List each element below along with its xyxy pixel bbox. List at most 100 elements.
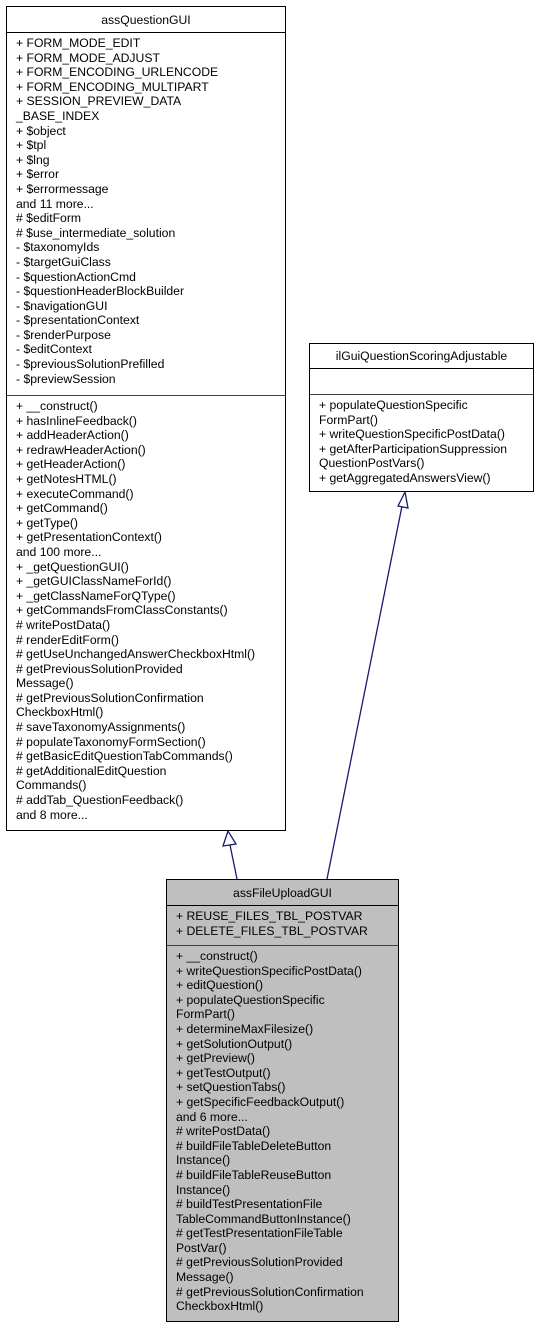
method-entry: + getCommandsFromClassConstants() [16,603,228,618]
attribute-entry: + $lng [16,152,50,167]
attribute-entry: - $previewSession [16,371,116,386]
method-entry: + __construct() [176,949,258,963]
method-entry: # getTestPresentationFileTable [176,1226,343,1241]
attribute-entry: - $editContext [16,342,92,357]
class-box-ilGuiQuestionScoringAdjustable[interactable]: ilGuiQuestionScoringAdjustable + populat… [309,343,534,492]
method-entry: and 100 more... [16,544,102,559]
method-entry: + getAggregatedAnswersView() [319,470,491,485]
method-entry: + getType() [16,515,78,530]
method-entry: + populateQuestionSpecific [319,398,468,412]
edge-derived-to-base [229,844,238,880]
inheritance-arrowhead-interface [397,489,409,509]
method-entry: Message() [176,1270,234,1285]
method-entry: + _getGUIClassNameForId() [16,574,172,589]
attribute-entry: + FORM_MODE_ADJUST [16,50,160,65]
method-entry: + executeCommand() [16,486,134,501]
method-entry: Instance() [176,1153,231,1168]
attribute-entry: - $navigationGUI [16,298,108,313]
method-entry: + __construct() [16,399,98,413]
attribute-entry: + SESSION_PREVIEW_DATA [16,94,182,109]
method-entry: CheckboxHtml() [176,1299,264,1314]
attribute-entry: + $errormessage [16,181,109,196]
method-entry: + getSolutionOutput() [176,1036,293,1051]
attribute-entry: - $previousSolutionPrefilled [16,357,165,372]
attribute-entry: # $use_intermediate_solution [16,225,176,240]
method-entry: # getBasicEditQuestionTabCommands() [16,749,233,764]
method-entry: # getPreviousSolutionConfirmation [16,690,204,705]
method-entry: + determineMaxFilesize() [176,1021,314,1036]
attribute-entry: - $presentationContext [16,313,140,328]
method-entry: # buildTestPresentationFile [176,1197,323,1212]
attribute-entry: + FORM_MODE_EDIT [16,36,141,50]
method-entry: and 6 more... [176,1109,248,1124]
method-entry: FormPart() [176,1007,235,1022]
attribute-entry: + $tpl [16,138,47,153]
method-entry: # getAdditionalEditQuestion [16,763,167,778]
class-name: assQuestionGUI [7,7,285,33]
attribute-entry: _BASE_INDEX [16,108,100,123]
method-entry: # saveTaxonomyAssignments() [16,720,186,735]
method-entry: # writePostData() [176,1124,271,1139]
method-entry: Instance() [176,1182,231,1197]
attribute-entry: + FORM_ENCODING_URLENCODE [16,65,219,80]
attribute-entry: - $targetGuiClass [16,254,111,269]
method-entry: # getUseUnchangedAnswerCheckboxHtml() [16,647,256,662]
method-entry: # addTab_QuestionFeedback() [16,793,184,808]
method-entry: # renderEditForm() [16,632,119,647]
attribute-entry: # $editForm [16,211,82,226]
attribute-entry: + DELETE_FILES_TBL_POSTVAR [176,923,368,938]
method-entry: + getPreview() [176,1051,255,1066]
attribute-entry: + FORM_ENCODING_MULTIPART [16,79,209,94]
edge-derived-to-interface [326,505,403,880]
attributes-section [310,369,533,395]
attribute-entry: + REUSE_FILES_TBL_POSTVAR [176,909,363,923]
method-entry: # populateTaxonomyFormSection() [16,734,206,749]
attribute-entry: + $error [16,167,60,182]
method-entry: # buildFileTableDeleteButton [176,1138,332,1153]
method-entry: FormPart() [319,412,378,427]
method-entry: + getNotesHTML() [16,471,117,486]
attributes-section: + REUSE_FILES_TBL_POSTVAR + DELETE_FILES_… [167,906,398,946]
method-entry: TableCommandButtonInstance() [176,1211,351,1226]
attribute-entry: + $object [16,123,66,138]
method-entry: + _getClassNameForQType() [16,588,176,603]
class-name: assFileUploadGUI [167,880,398,906]
method-entry: + getAfterParticipationSuppression [319,441,508,456]
method-entry: and 8 more... [16,807,88,822]
inheritance-arrowhead-base [222,829,238,847]
method-entry: + setQuestionTabs() [176,1080,286,1095]
method-entry: + writeQuestionSpecificPostData() [319,427,505,442]
method-entry: # getPreviousSolutionProvided [16,661,183,676]
class-box-assFileUploadGUI[interactable]: assFileUploadGUI + REUSE_FILES_TBL_POSTV… [166,879,399,1322]
method-entry: + getHeaderAction() [16,457,126,472]
methods-section: + __construct() + hasInlineFeedback() + ad… [7,396,285,824]
method-entry: + redrawHeaderAction() [16,442,146,457]
method-entry: PostVar() [176,1240,227,1255]
attribute-entry: and 11 more... [16,196,94,211]
method-entry: + populateQuestionSpecific [176,992,325,1007]
attribute-entry: - $questionActionCmd [16,269,136,284]
method-entry: CheckboxHtml() [16,705,104,720]
method-entry: Commands() [16,778,87,793]
method-entry: + editQuestion() [176,978,264,993]
attribute-entry: - $taxonomyIds [16,240,100,255]
method-entry: Message() [16,676,74,691]
method-entry: # writePostData() [16,617,111,632]
method-entry: # buildFileTableReuseButton [176,1167,332,1182]
method-entry: + getSpecificFeedbackOutput() [176,1094,345,1109]
class-box-assQuestionGUI[interactable]: assQuestionGUI + FORM_MODE_EDIT + FORM_MO… [6,6,286,831]
method-entry: + addHeaderAction() [16,428,129,443]
method-entry: # getPreviousSolutionProvided [176,1255,343,1270]
class-name: ilGuiQuestionScoringAdjustable [310,344,533,369]
method-entry: + getPresentationContext() [16,530,162,545]
method-entry: + getTestOutput() [176,1065,271,1080]
attribute-entry: - $renderPurpose [16,327,111,342]
attributes-section: + FORM_MODE_EDIT + FORM_MODE_ADJUST + FORM… [7,33,285,396]
methods-section: + populateQuestionSpecific FormPart() + wr… [310,395,533,488]
method-entry: + getCommand() [16,501,108,516]
method-entry: + hasInlineFeedback() [16,413,137,428]
methods-section: + __construct() + writeQuestionSpecificPo… [167,946,398,1316]
method-entry: + _getQuestionGUI() [16,559,129,574]
attribute-entry: - $questionHeaderBlockBuilder [16,284,185,299]
method-entry: + writeQuestionSpecificPostData() [176,963,362,978]
